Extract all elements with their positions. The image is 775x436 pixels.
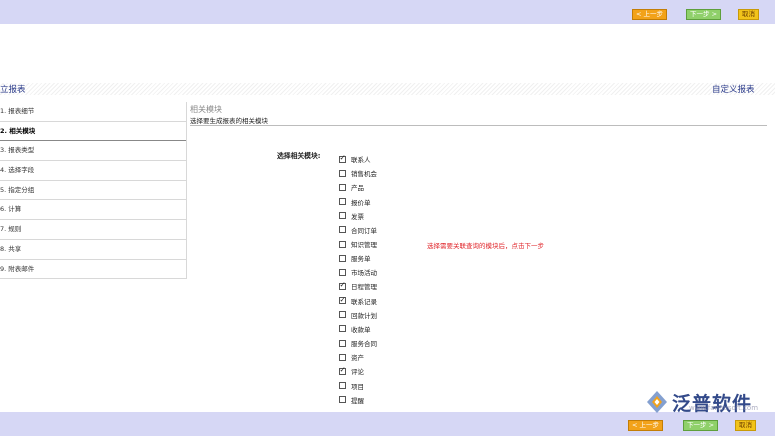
module-checkbox[interactable] [339, 396, 346, 404]
module-checkbox[interactable] [339, 254, 346, 262]
module-label: 联系人 [351, 156, 371, 165]
section-subtitle: 选择要生成报表的相关模块 [190, 117, 268, 125]
module-option[interactable]: 提醒 [339, 393, 377, 407]
step-report-details[interactable]: 1. 报表细节 [0, 102, 186, 122]
module-option[interactable]: 收款单 [339, 322, 377, 336]
module-checkbox[interactable] [339, 169, 346, 177]
module-label: 服务合同 [351, 340, 377, 349]
module-option[interactable]: 销售机会 [339, 166, 377, 180]
module-label: 提醒 [351, 396, 364, 405]
module-checkbox[interactable] [339, 240, 346, 248]
step-calculate[interactable]: 6. 计算 [0, 200, 186, 221]
wizard-steps: 1. 报表细节 2. 相关模块 3. 报表类型 4. 选择字段 5. 指定分组 … [0, 102, 187, 280]
step-share[interactable]: 8. 共享 [0, 240, 186, 260]
module-option[interactable]: 报价单 [339, 194, 377, 208]
logo-mark-icon [647, 391, 667, 413]
module-checkbox[interactable] [339, 268, 346, 276]
module-option[interactable]: 联系人 [339, 152, 377, 166]
step-related-modules[interactable]: 2. 相关模块 [0, 122, 186, 142]
module-option[interactable]: 服务合同 [339, 336, 377, 350]
module-checkbox[interactable] [339, 311, 346, 319]
module-option[interactable]: 资产 [339, 350, 377, 364]
module-checkbox[interactable] [339, 325, 346, 333]
module-label: 销售机会 [351, 170, 377, 179]
module-option[interactable]: 服务单 [339, 251, 377, 265]
section-divider [190, 125, 767, 126]
modules-field-label: 选择相关模块: [277, 152, 321, 160]
module-label: 资产 [351, 354, 364, 363]
module-option[interactable]: 评论 [339, 364, 377, 378]
module-checkbox[interactable] [339, 382, 346, 390]
logo-url: www.fanpusoft.com [689, 404, 759, 412]
module-label: 合同订单 [351, 226, 377, 235]
module-checkbox[interactable] [339, 295, 346, 305]
module-option[interactable]: 项目 [339, 379, 377, 393]
module-option[interactable]: 合同订单 [339, 223, 377, 237]
next-button-bottom[interactable]: 下一步 > [683, 420, 719, 431]
module-checkbox[interactable] [339, 153, 346, 163]
brand-logo: 泛普软件 www.fanpusoft.com [645, 388, 770, 420]
module-option[interactable]: 回款计划 [339, 308, 377, 322]
module-label: 联系记录 [351, 297, 377, 306]
section-title: 相关模块 [190, 105, 222, 114]
step-select-fields[interactable]: 4. 选择字段 [0, 161, 186, 181]
module-label: 知识管理 [351, 241, 377, 250]
module-label: 服务单 [351, 255, 371, 264]
prev-button-bottom[interactable]: < 上一步 [628, 420, 664, 431]
module-checkbox[interactable] [339, 365, 346, 375]
cancel-button-top[interactable]: 取消 [738, 9, 759, 20]
module-checkbox[interactable] [339, 212, 346, 220]
module-checkbox[interactable] [339, 226, 346, 234]
module-option[interactable]: 联系记录 [339, 294, 377, 308]
module-checkbox-list: 联系人销售机会产品报价单发票合同订单知识管理服务单市场活动日程管理联系记录回款计… [339, 152, 377, 407]
title-strip [0, 83, 775, 95]
page-title-right: 自定义报表 [712, 85, 755, 95]
module-checkbox[interactable] [339, 339, 346, 347]
module-option[interactable]: 日程管理 [339, 279, 377, 293]
hint-text: 选择需要关联查询的模块后，点击下一步 [427, 242, 544, 250]
module-label: 日程管理 [351, 283, 377, 292]
module-label: 产品 [351, 184, 364, 193]
module-option[interactable]: 知识管理 [339, 237, 377, 251]
prev-button-top[interactable]: < 上一步 [632, 9, 668, 20]
step-report-type[interactable]: 3. 报表类型 [0, 141, 186, 162]
module-label: 回款计划 [351, 311, 377, 320]
cancel-button-bottom[interactable]: 取消 [735, 420, 756, 431]
module-label: 报价单 [351, 198, 371, 207]
top-toolbar: < 上一步 下一步 > 取消 [0, 0, 775, 24]
step-rules[interactable]: 7. 规则 [0, 220, 186, 240]
module-checkbox[interactable] [339, 280, 346, 290]
page-title: 立报表 [0, 85, 26, 95]
step-grouping[interactable]: 5. 指定分组 [0, 181, 186, 201]
module-label: 评论 [351, 368, 364, 377]
module-label: 收款单 [351, 325, 371, 334]
module-label: 市场活动 [351, 269, 377, 278]
module-checkbox[interactable] [339, 353, 346, 361]
module-option[interactable]: 产品 [339, 180, 377, 194]
module-option[interactable]: 发票 [339, 209, 377, 223]
next-button-top[interactable]: 下一步 > [686, 9, 722, 20]
module-option[interactable]: 市场活动 [339, 265, 377, 279]
module-checkbox[interactable] [339, 183, 346, 191]
module-label: 项目 [351, 382, 364, 391]
module-label: 发票 [351, 212, 364, 221]
module-checkbox[interactable] [339, 198, 346, 206]
step-schedule-email[interactable]: 9. 附表邮件 [0, 260, 186, 280]
